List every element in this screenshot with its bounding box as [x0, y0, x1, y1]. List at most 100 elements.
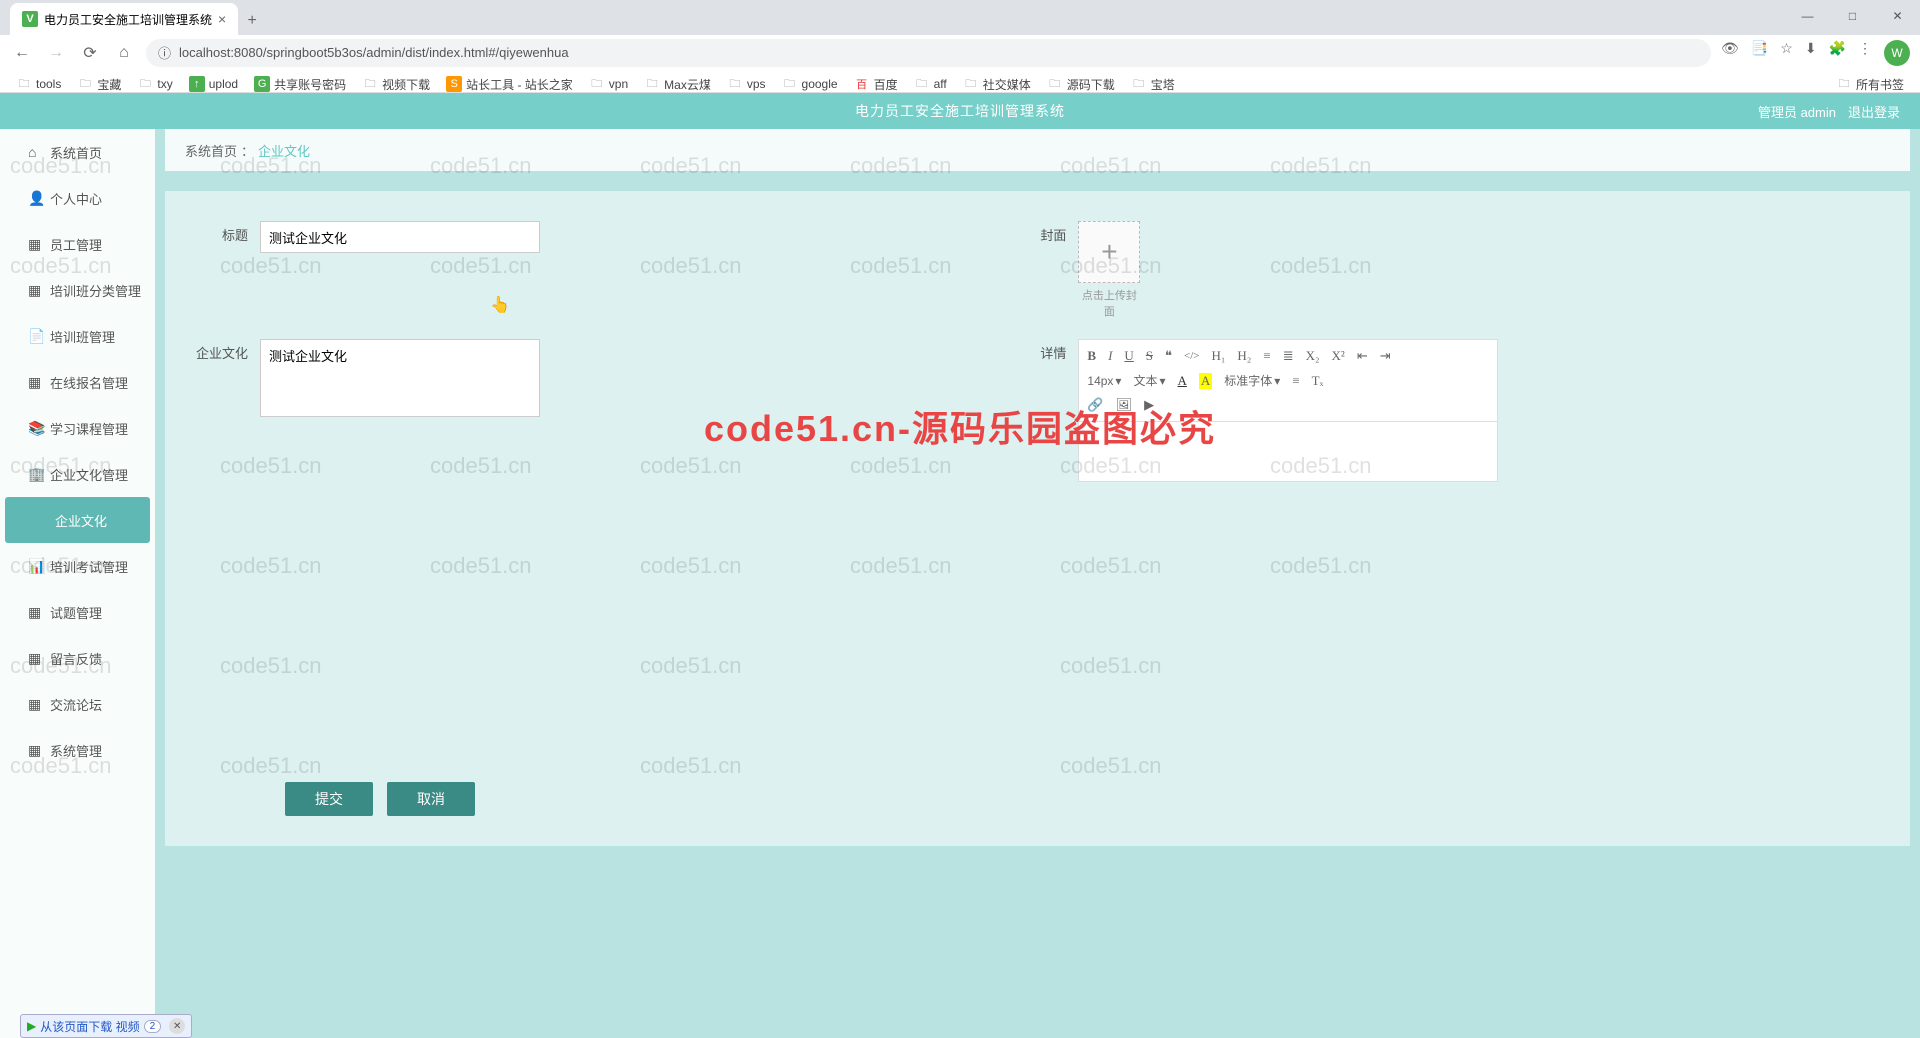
bookmark-item[interactable]: G共享账号密码	[248, 74, 352, 95]
main-content: 系统首页 ： 企业文化 标题 封面 + 点击上传封面	[155, 129, 1920, 1038]
nav-forward-icon: →	[44, 41, 68, 65]
grid-icon: ▦	[28, 650, 41, 667]
extensions-icon[interactable]: 🧩	[1829, 40, 1846, 66]
bookmark-folder[interactable]: 🗀txy	[131, 74, 178, 94]
nav-back-icon[interactable]: ←	[10, 41, 34, 65]
quote-icon[interactable]: ❝	[1165, 348, 1172, 364]
code-icon[interactable]: </>	[1184, 350, 1199, 362]
bookmark-item[interactable]: 百百度	[848, 74, 904, 95]
rich-editor-toolbar: B I U S ❝ </> H₁ H₂ ≡ ≣ X₂	[1078, 339, 1498, 422]
logout-link[interactable]: 退出登录	[1848, 102, 1900, 121]
rich-editor-content[interactable]	[1078, 422, 1498, 482]
sidebar-item-forum[interactable]: ▦交流论坛	[0, 681, 155, 727]
download-text: 从该页面下载 视频	[40, 1018, 139, 1035]
ordered-list-icon[interactable]: ≡	[1263, 348, 1270, 364]
window-close-icon[interactable]: ✕	[1875, 0, 1920, 32]
ext-icon[interactable]: 📑	[1751, 40, 1768, 66]
bookmark-folder[interactable]: 🗀vpn	[583, 74, 634, 94]
bold-icon[interactable]: B	[1087, 348, 1096, 364]
outdent-icon[interactable]: ⇤	[1357, 348, 1368, 364]
link-icon[interactable]: 🔗	[1087, 397, 1103, 413]
submit-button[interactable]: 提交	[285, 782, 373, 816]
menu-icon[interactable]: ⋮	[1858, 40, 1872, 66]
browser-tab[interactable]: V 电力员工安全施工培训管理系统 ×	[10, 3, 238, 35]
tab-title: 电力员工安全施工培训管理系统	[44, 11, 212, 28]
admin-label[interactable]: 管理员 admin	[1758, 102, 1836, 121]
sidebar-item-home[interactable]: ⌂系统首页	[0, 129, 155, 175]
profile-avatar-icon[interactable]: W	[1884, 40, 1910, 66]
bookmark-folder[interactable]: 🗀aff	[908, 74, 953, 94]
sidebar-item-culture-mgmt[interactable]: 🏢企业文化管理	[0, 451, 155, 497]
bookmark-folder[interactable]: 🗀宝藏	[71, 74, 127, 95]
image-icon[interactable]: 🖼	[1116, 397, 1133, 413]
font-family-select[interactable]: 标准字体 ▾	[1224, 372, 1280, 389]
site-info-icon[interactable]: ⓘ	[158, 43, 171, 62]
download-count: 2	[144, 1020, 162, 1033]
unordered-list-icon[interactable]: ≣	[1283, 348, 1294, 364]
bookmark-item[interactable]: ↑uplod	[183, 74, 244, 94]
nav-home-icon[interactable]: ⌂	[112, 41, 136, 65]
sidebar-item-culture[interactable]: 企业文化	[5, 497, 150, 543]
new-tab-button[interactable]: +	[238, 7, 266, 35]
clear-format-icon[interactable]: Tₓ	[1312, 373, 1324, 389]
italic-icon[interactable]: I	[1108, 348, 1112, 364]
window-minimize-icon[interactable]: —	[1785, 0, 1830, 32]
tab-bar: V 电力员工安全施工培训管理系统 × + — □ ✕	[0, 0, 1920, 35]
ext-icon[interactable]: ☆	[1780, 40, 1793, 66]
bookmark-folder[interactable]: 🗀vps	[721, 74, 772, 94]
sidebar-item-feedback[interactable]: ▦留言反馈	[0, 635, 155, 681]
ext-icon[interactable]: ⬇	[1805, 40, 1817, 66]
culture-label: 企业文化	[185, 339, 260, 369]
superscript-icon[interactable]: X²	[1332, 348, 1345, 364]
sidebar-item-enroll[interactable]: ▦在线报名管理	[0, 359, 155, 405]
upload-cover-button[interactable]: +	[1078, 221, 1140, 283]
sidebar-item-training[interactable]: 📄培训班管理	[0, 313, 155, 359]
sidebar-item-course[interactable]: 📚学习课程管理	[0, 405, 155, 451]
bg-color-icon[interactable]: A	[1199, 373, 1212, 389]
video-icon[interactable]: ▶	[1144, 397, 1154, 413]
subscript-icon[interactable]: X₂	[1306, 348, 1320, 364]
bookmark-folder[interactable]: 🗀Max云煤	[638, 74, 717, 95]
align-icon[interactable]: ≡	[1292, 373, 1299, 389]
bookmark-folder[interactable]: 🗀tools	[10, 74, 67, 94]
bookmark-folder[interactable]: 🗀宝塔	[1125, 74, 1181, 95]
user-icon: 👤	[28, 190, 45, 207]
address-bar: ← → ⟳ ⌂ ⓘ localhost:8080/springboot5b3os…	[0, 35, 1920, 70]
sidebar-item-staff[interactable]: ▦员工管理	[0, 221, 155, 267]
bookmark-folder[interactable]: 🗀google	[776, 74, 844, 94]
culture-textarea[interactable]	[260, 339, 540, 417]
url-field[interactable]: ⓘ localhost:8080/springboot5b3os/admin/d…	[146, 39, 1711, 67]
bookmark-folder[interactable]: 🗀社交媒体	[957, 74, 1037, 95]
cancel-button[interactable]: 取消	[387, 782, 475, 816]
bookmark-folder[interactable]: 🗀源码下载	[1041, 74, 1121, 95]
font-format-select[interactable]: 文本 ▾	[1133, 372, 1165, 389]
grid-icon: ▦	[28, 696, 41, 713]
sidebar-item-training-category[interactable]: ▦培训班分类管理	[0, 267, 155, 313]
cover-label: 封面	[1003, 221, 1078, 251]
nav-reload-icon[interactable]: ⟳	[78, 41, 102, 65]
breadcrumb-home[interactable]: 系统首页	[185, 141, 237, 160]
strike-icon[interactable]: S	[1146, 348, 1153, 364]
h1-icon[interactable]: H₁	[1212, 348, 1226, 364]
text-color-icon[interactable]: A	[1178, 373, 1187, 389]
h2-icon[interactable]: H₂	[1237, 348, 1251, 364]
download-bar[interactable]: ▶ 从该页面下载 视频 2 ✕	[20, 1014, 192, 1038]
sidebar-item-system[interactable]: ▦系统管理	[0, 727, 155, 773]
tab-favicon-icon: V	[22, 11, 38, 27]
bookmark-all[interactable]: 🗀所有书签	[1830, 74, 1910, 95]
breadcrumb-current: 企业文化	[258, 141, 310, 160]
indent-icon[interactable]: ⇥	[1380, 348, 1391, 364]
url-text: localhost:8080/springboot5b3os/admin/dis…	[179, 45, 569, 60]
sidebar-item-question[interactable]: ▦试题管理	[0, 589, 155, 635]
ext-icon[interactable]: 👁	[1721, 40, 1739, 66]
bookmark-folder[interactable]: 🗀视频下载	[356, 74, 436, 95]
font-size-select[interactable]: 14px ▾	[1087, 374, 1121, 388]
tab-close-icon[interactable]: ×	[218, 11, 226, 27]
sidebar-item-exam[interactable]: 📊培训考试管理	[0, 543, 155, 589]
title-input[interactable]	[260, 221, 540, 253]
underline-icon[interactable]: U	[1124, 348, 1133, 364]
bookmark-item[interactable]: S站长工具 - 站长之家	[440, 74, 579, 95]
window-maximize-icon[interactable]: □	[1830, 0, 1875, 32]
sidebar-item-profile[interactable]: 👤个人中心	[0, 175, 155, 221]
download-close-icon[interactable]: ✕	[169, 1018, 185, 1034]
